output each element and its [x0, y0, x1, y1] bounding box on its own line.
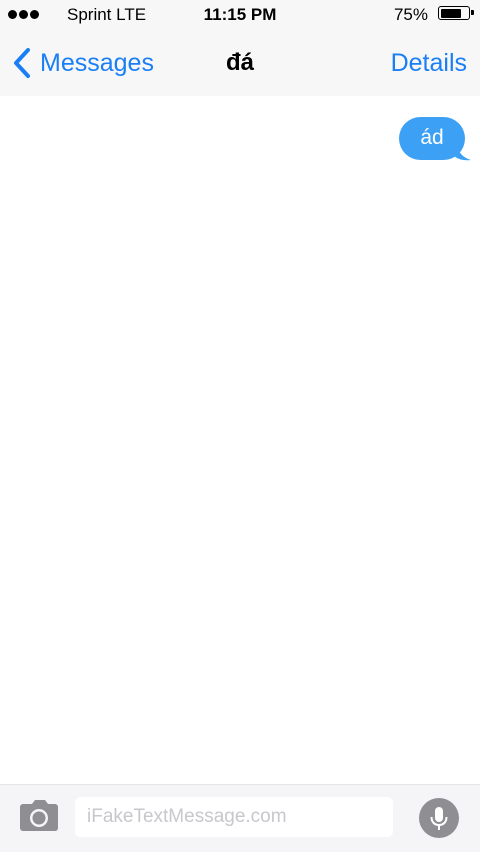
camera-icon — [20, 800, 58, 831]
battery-icon — [438, 6, 474, 20]
status-bar: Sprint LTE 11:15 PM 75% — [0, 0, 480, 30]
message-list: ád — [0, 96, 480, 784]
message-text: ád — [420, 126, 444, 149]
details-button[interactable]: Details — [391, 49, 467, 78]
bubble-tail-icon — [453, 142, 471, 161]
message-input[interactable]: iFakeTextMessage.com — [75, 797, 393, 837]
navigation-bar: Messages đá Details — [0, 30, 480, 96]
battery-percent: 75% — [393, 5, 428, 24]
compose-bar: iFakeTextMessage.com — [0, 784, 480, 852]
microphone-icon — [430, 807, 448, 830]
camera-button[interactable] — [20, 800, 58, 837]
outgoing-message[interactable]: ád — [399, 117, 471, 161]
microphone-button[interactable] — [419, 798, 459, 838]
